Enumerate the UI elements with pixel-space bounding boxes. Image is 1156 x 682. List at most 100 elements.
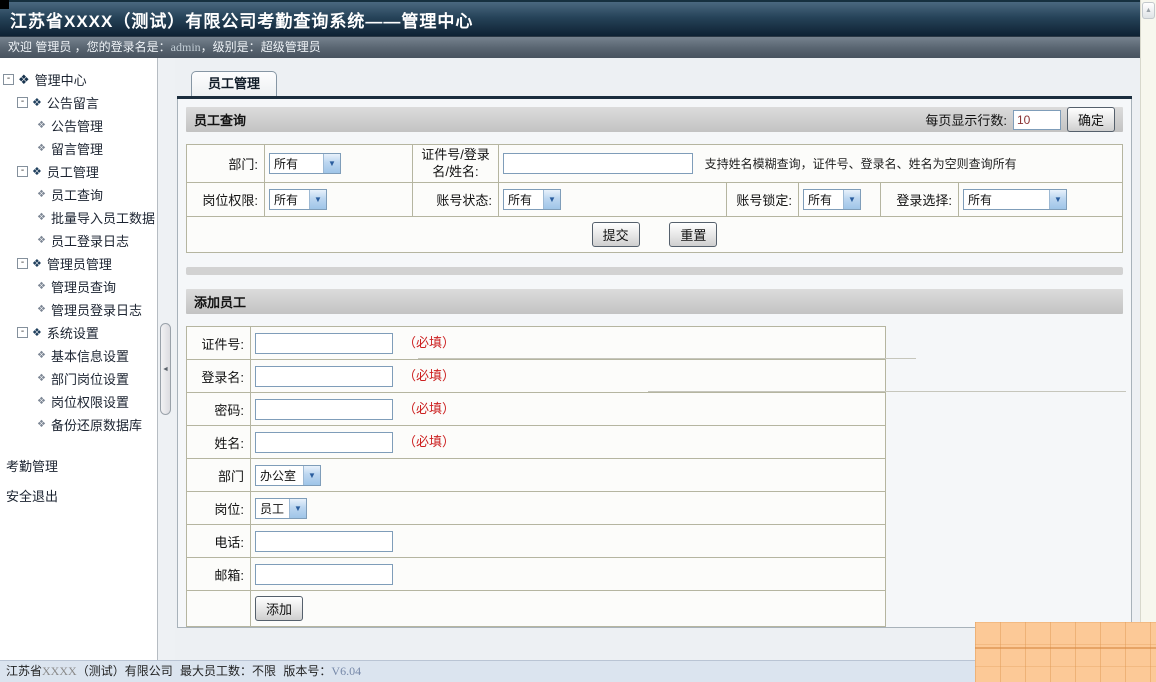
login-choice-select[interactable]: 所有 ▼ (963, 189, 1067, 210)
tree-collapse-icon[interactable]: - (3, 74, 14, 85)
dept-filter-select[interactable]: 所有 ▼ (269, 153, 341, 174)
dept-select[interactable]: 办公室 ▼ (255, 465, 321, 486)
add-section-title: 添加员工 (194, 292, 1115, 311)
sidebar-item[interactable]: -❖ 管理中心 (0, 68, 157, 91)
collapse-arrow-icon: ◄ (162, 366, 169, 373)
section-separator (186, 267, 1123, 275)
sidebar-link-attendance[interactable]: 考勤管理 (6, 452, 157, 482)
border-artifact (418, 358, 916, 359)
sidebar-item-label: 管理中心 (35, 70, 87, 89)
border-artifact (648, 391, 1126, 392)
sidebar-item-label: 基本信息设置 (51, 346, 129, 365)
add-section-bar: 添加员工 (186, 289, 1123, 314)
tree-node-icon: ❖ (37, 143, 46, 154)
password-input[interactable] (255, 399, 393, 420)
sidebar-item-label: 公告管理 (51, 116, 103, 135)
username: admin (171, 40, 201, 54)
keyword-label: 证件号/登录名/姓名: (413, 145, 499, 183)
name-input[interactable] (255, 432, 393, 453)
empty-cell (187, 591, 251, 627)
confirm-button[interactable]: 确定 (1067, 107, 1115, 132)
footer-company-x: XXXX (42, 664, 77, 678)
sidebar-item-label: 部门岗位设置 (51, 369, 129, 388)
sidebar-collapse-handle[interactable]: ◄ (160, 323, 171, 415)
id-number-input[interactable] (255, 333, 393, 354)
app-header: 江苏省XXXX（测试）有限公司考勤查询系统——管理中心 (0, 0, 1140, 36)
tree-collapse-icon[interactable]: - (17, 166, 28, 177)
sidebar-item-label: 备份还原数据库 (51, 415, 142, 434)
required-note: （必填） (403, 401, 455, 416)
account-status-select[interactable]: 所有 ▼ (503, 189, 561, 210)
overlapping-spreadsheet-corner (975, 622, 1156, 682)
phone-input[interactable] (255, 531, 393, 552)
add-employee-table: 证件号: （必填） 登录名: （必填） 密码: （必填） 姓名: （必填） 部门 (186, 326, 886, 627)
sidebar-item-label: 批量导入员工数据 (51, 208, 155, 227)
sidebar-item[interactable]: -❖公告留言 (0, 91, 157, 114)
sidebar-item[interactable]: -❖系统设置 (0, 321, 157, 344)
post-rights-select[interactable]: 所有 ▼ (269, 189, 327, 210)
tree-collapse-icon[interactable]: - (17, 258, 28, 269)
query-form-table: 部门: 所有 ▼ 证件号/登录名/姓名: 支持姓名模糊查询，证件号、登录名、姓名… (186, 144, 1123, 253)
welcome-middle: ，级别是： (201, 40, 261, 54)
account-lock-label: 账号锁定: (727, 183, 799, 217)
sidebar-item-label: 员工管理 (47, 162, 99, 181)
footer-company-prefix: 江苏省 (6, 664, 42, 678)
sidebar-item[interactable]: -❖员工管理 (0, 160, 157, 183)
sidebar-item[interactable]: ❖部门岗位设置 (0, 367, 157, 390)
query-section-bar: 员工查询 每页显示行数: 确定 (186, 107, 1123, 132)
tree-node-icon: ❖ (37, 189, 46, 200)
page-size-input[interactable] (1013, 110, 1061, 130)
id-number-label: 证件号: (187, 327, 251, 360)
email-input[interactable] (255, 564, 393, 585)
corner-decoration (0, 0, 9, 9)
dept-filter-label: 部门: (187, 145, 265, 183)
submit-button[interactable]: 提交 (592, 222, 640, 247)
page-scrollbar[interactable]: ▲ (1140, 0, 1156, 660)
sidebar-item-label: 管理员查询 (51, 277, 116, 296)
sidebar-item[interactable]: ❖ 批量导入员工数据 (0, 206, 157, 229)
sidebar-item[interactable]: ❖管理员登录日志 (0, 298, 157, 321)
sidebar-item[interactable]: ❖岗位权限设置 (0, 390, 157, 413)
email-label: 邮箱: (187, 558, 251, 591)
tree-node-icon: ❖ (18, 72, 30, 88)
tab-strip: 员工管理 (177, 66, 1132, 96)
post-rights-label: 岗位权限: (187, 183, 265, 217)
sidebar-item-label: 员工查询 (51, 185, 103, 204)
footer-version-value: V6.04 (331, 664, 361, 678)
phone-label: 电话: (187, 525, 251, 558)
tree-collapse-icon[interactable]: - (17, 327, 28, 338)
sidebar-link-logout[interactable]: 安全退出 (6, 482, 157, 512)
welcome-bar: 欢迎 管理员 ，您的登录名是：admin，级别是：超级管理员 (0, 36, 1140, 58)
sidebar-tree: -❖管理中心-❖公告留言❖公告管理❖留言管理-❖员工管理❖员工查询❖批量导入员工… (0, 68, 157, 436)
tab-employee-management[interactable]: 员工管理 (191, 71, 277, 96)
chevron-down-icon: ▼ (303, 466, 320, 485)
sidebar-item[interactable]: ❖员工登录日志 (0, 229, 157, 252)
sidebar-item[interactable]: ❖ 留言管理 (0, 137, 157, 160)
tree-node-icon: ❖ (37, 281, 46, 292)
tree-collapse-icon[interactable]: - (17, 97, 28, 108)
post-select[interactable]: 员工 ▼ (255, 498, 307, 519)
add-button[interactable]: 添加 (255, 596, 303, 621)
tree-node-icon: ❖ (32, 257, 42, 270)
sidebar-item[interactable]: ❖基本信息设置 (0, 344, 157, 367)
required-note: （必填） (403, 368, 455, 383)
reset-button[interactable]: 重置 (669, 222, 717, 247)
keyword-input[interactable] (503, 153, 693, 174)
sidebar-item[interactable]: ❖ 员工查询 (0, 183, 157, 206)
sidebar-item-label: 管理员管理 (47, 254, 112, 273)
sidebar-item-label: 公告留言 (47, 93, 99, 112)
tree-node-icon: ❖ (37, 212, 46, 223)
account-lock-select[interactable]: 所有 ▼ (803, 189, 861, 210)
post-label: 岗位: (187, 492, 251, 525)
sidebar-item-label: 系统设置 (47, 323, 99, 342)
chevron-down-icon: ▼ (289, 499, 306, 518)
scroll-up-button[interactable]: ▲ (1142, 2, 1155, 19)
sidebar-item[interactable]: ❖ 管理员查询 (0, 275, 157, 298)
sidebar-item[interactable]: ❖公告管理 (0, 114, 157, 137)
sidebar-item-label: 留言管理 (51, 139, 103, 158)
query-hint: 支持姓名模糊查询，证件号、登录名、姓名为空则查询所有 (705, 157, 1017, 171)
login-name-input[interactable] (255, 366, 393, 387)
user-role: 超级管理员 (261, 40, 321, 54)
sidebar-item[interactable]: ❖备份还原数据库 (0, 413, 157, 436)
sidebar-item[interactable]: -❖ 管理员管理 (0, 252, 157, 275)
